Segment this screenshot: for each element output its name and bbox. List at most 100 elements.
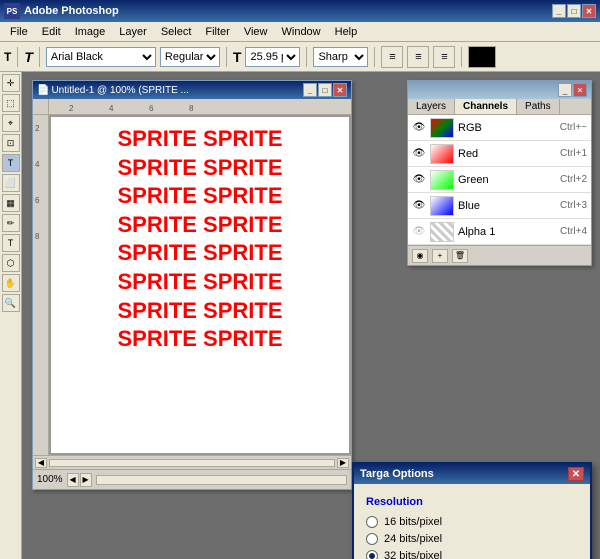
- sprite-row-6: SPRITE SPRITE: [63, 268, 337, 297]
- channel-thumb-rgb: [430, 118, 454, 138]
- channel-row-rgb[interactable]: 👁 RGB Ctrl+~: [408, 115, 591, 141]
- align-right-button[interactable]: ≡: [433, 46, 455, 68]
- tab-paths[interactable]: Paths: [517, 99, 560, 114]
- channel-name-red: Red: [458, 148, 556, 160]
- scroll-right-button[interactable]: ▶: [337, 458, 349, 468]
- menu-bar: File Edit Image Layer Select Filter View…: [0, 22, 600, 42]
- doc-minimize-button[interactable]: _: [303, 83, 317, 97]
- panel-delete-button[interactable]: 🗑: [452, 249, 468, 263]
- canvas-content: SPRITE SPRITE SPRITE SPRITE SPRITE SPRIT…: [49, 115, 351, 455]
- lasso-tool[interactable]: ⌖: [2, 114, 20, 132]
- menu-layer[interactable]: Layer: [113, 24, 153, 40]
- document-window: 📄 Untitled-1 @ 100% (SPRITE ... _ □ ✕ 2 …: [32, 80, 352, 490]
- toolbar: T T Arial Black Regular T 25.95 pt Sharp…: [0, 42, 600, 72]
- toolbar-divider-3: [226, 47, 227, 67]
- doc-maximize-button[interactable]: □: [318, 83, 332, 97]
- radio-24bit-label: 24 bits/pixel: [384, 533, 442, 545]
- menu-view[interactable]: View: [238, 24, 274, 40]
- panel-mode-button[interactable]: ◉: [412, 249, 428, 263]
- menu-filter[interactable]: Filter: [199, 24, 235, 40]
- ruler-vertical: 2 4 6 8: [33, 115, 49, 455]
- type-tool[interactable]: T: [2, 234, 20, 252]
- sprite-row-8: SPRITE SPRITE: [63, 325, 337, 354]
- path-tool[interactable]: ⬡: [2, 254, 20, 272]
- sprite-row-5: SPRITE SPRITE: [63, 239, 337, 268]
- menu-window[interactable]: Window: [276, 24, 327, 40]
- color-swatch[interactable]: [468, 46, 496, 68]
- status-bar-info: [96, 475, 347, 485]
- menu-help[interactable]: Help: [329, 24, 364, 40]
- menu-file[interactable]: File: [4, 24, 34, 40]
- radio-row-24: 24 bits/pixel: [366, 533, 578, 545]
- anti-alias-select[interactable]: Sharp: [313, 47, 368, 67]
- panel-window-controls: _ ✕: [558, 83, 587, 97]
- eraser-tool[interactable]: ⬜: [2, 174, 20, 192]
- sprite-row-4: SPRITE SPRITE: [63, 211, 337, 240]
- dialog-close-button[interactable]: ✕: [568, 467, 584, 481]
- sprite-row-2: SPRITE SPRITE: [63, 154, 337, 183]
- panel-add-button[interactable]: +: [432, 249, 448, 263]
- panel-minimize-button[interactable]: _: [558, 83, 572, 97]
- tool-type-alt-label: T: [24, 49, 33, 65]
- tab-layers[interactable]: Layers: [408, 99, 455, 114]
- hand-tool[interactable]: ✋: [2, 274, 20, 292]
- channel-row-red[interactable]: 👁 Red Ctrl+1: [408, 141, 591, 167]
- font-size-select[interactable]: 25.95 pt: [245, 47, 300, 67]
- tab-channels[interactable]: Channels: [455, 99, 517, 114]
- nav-next-button[interactable]: ▶: [80, 473, 92, 487]
- align-center-button[interactable]: ≡: [407, 46, 429, 68]
- channel-visibility-green[interactable]: 👁: [412, 173, 426, 187]
- window-controls: _ □ ✕: [552, 4, 596, 18]
- font-size-icon: T: [233, 49, 242, 65]
- radio-16bit-label: 16 bits/pixel: [384, 516, 442, 528]
- crop-tool[interactable]: ⊡: [2, 134, 20, 152]
- font-family-select[interactable]: Arial Black: [46, 47, 156, 67]
- pen-tool[interactable]: ✏: [2, 214, 20, 232]
- channel-name-blue: Blue: [458, 200, 556, 212]
- doc-close-button[interactable]: ✕: [333, 83, 347, 97]
- dialog-title-bar: Targa Options ✕: [354, 464, 590, 484]
- radio-32bit[interactable]: [366, 550, 378, 559]
- document-title-bar: 📄 Untitled-1 @ 100% (SPRITE ... _ □ ✕: [33, 81, 351, 99]
- channel-row-alpha[interactable]: 👁 Alpha 1 Ctrl+4: [408, 219, 591, 245]
- zoom-tool[interactable]: 🔍: [2, 294, 20, 312]
- align-left-button[interactable]: ≡: [381, 46, 403, 68]
- channel-row-green[interactable]: 👁 Green Ctrl+2: [408, 167, 591, 193]
- horizontal-scrollbar[interactable]: ◀ ▶: [33, 455, 351, 469]
- font-style-select[interactable]: Regular: [160, 47, 220, 67]
- channel-visibility-alpha[interactable]: 👁: [412, 225, 426, 239]
- selection-tool[interactable]: ⬚: [2, 94, 20, 112]
- menu-image[interactable]: Image: [69, 24, 112, 40]
- ruler-area: 2 4 6 8 SPRITE SPRITE SPRITE SPRITE SPRI…: [33, 115, 351, 455]
- radio-16bit[interactable]: [366, 516, 378, 528]
- scroll-left-button[interactable]: ◀: [35, 458, 47, 468]
- document-window-controls: _ □ ✕: [303, 83, 347, 97]
- panel-close-button[interactable]: ✕: [573, 83, 587, 97]
- scroll-thumb[interactable]: [49, 459, 335, 467]
- sprite-row-7: SPRITE SPRITE: [63, 297, 337, 326]
- move-tool[interactable]: ✛: [2, 74, 20, 92]
- channel-row-blue[interactable]: 👁 Blue Ctrl+3: [408, 193, 591, 219]
- channel-thumb-green: [430, 170, 454, 190]
- channel-visibility-red[interactable]: 👁: [412, 147, 426, 161]
- close-button[interactable]: ✕: [582, 4, 596, 18]
- brush-tool[interactable]: T: [2, 154, 20, 172]
- radio-32bit-label: 32 bits/pixel: [384, 550, 442, 559]
- radio-24bit[interactable]: [366, 533, 378, 545]
- channels-panel: _ ✕ Layers Channels Paths 👁 RGB Ctrl+~: [407, 80, 592, 266]
- menu-select[interactable]: Select: [155, 24, 198, 40]
- nav-prev-button[interactable]: ◀: [67, 473, 79, 487]
- channel-shortcut-blue: Ctrl+3: [560, 200, 587, 211]
- menu-edit[interactable]: Edit: [36, 24, 67, 40]
- channel-visibility-rgb[interactable]: 👁: [412, 121, 426, 135]
- maximize-button[interactable]: □: [567, 4, 581, 18]
- minimize-button[interactable]: _: [552, 4, 566, 18]
- document-icon: 📄: [37, 85, 49, 96]
- channel-shortcut-rgb: Ctrl+~: [560, 122, 587, 133]
- channel-shortcut-alpha: Ctrl+4: [560, 226, 587, 237]
- channel-visibility-blue[interactable]: 👁: [412, 199, 426, 213]
- sprite-row-3: SPRITE SPRITE: [63, 182, 337, 211]
- canvas-area: 📄 Untitled-1 @ 100% (SPRITE ... _ □ ✕ 2 …: [22, 72, 600, 559]
- channel-thumb-alpha: [430, 222, 454, 242]
- gradient-tool[interactable]: ▦: [2, 194, 20, 212]
